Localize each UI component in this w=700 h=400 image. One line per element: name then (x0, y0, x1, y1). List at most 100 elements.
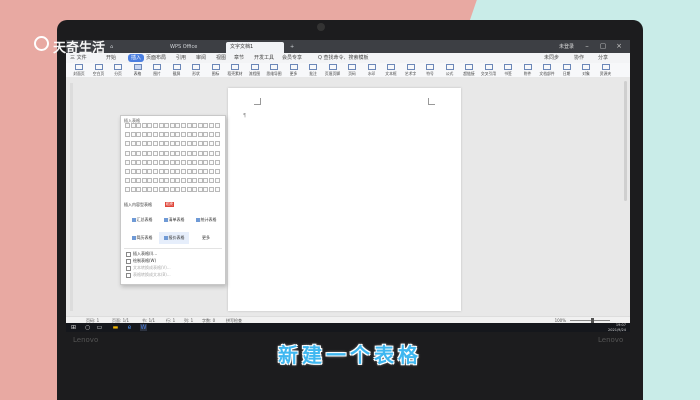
grid-cell[interactable] (209, 159, 214, 165)
ribbon-button[interactable]: 书签 (501, 64, 515, 76)
grid-cell[interactable] (192, 187, 198, 193)
grid-cell[interactable] (164, 132, 170, 138)
tab-wps-office[interactable]: WPS Office (166, 42, 224, 53)
grid-cell[interactable] (181, 178, 186, 184)
grid-cell[interactable] (209, 178, 214, 184)
grid-cell[interactable] (192, 141, 198, 147)
menu-item[interactable]: 章节 (234, 54, 244, 62)
grid-cell[interactable] (209, 123, 214, 128)
grid-cell[interactable] (130, 159, 136, 165)
grid-cell[interactable] (164, 187, 170, 193)
option-summary-table[interactable]: 汇总表格 (127, 214, 157, 226)
grid-cell[interactable] (125, 123, 130, 128)
grid-cell[interactable] (153, 169, 158, 174)
grid-cell[interactable] (158, 187, 164, 193)
grid-cell[interactable] (209, 187, 214, 193)
grid-cell[interactable] (214, 187, 220, 193)
grid-cell[interactable] (147, 123, 153, 128)
grid-cell[interactable] (169, 169, 175, 174)
grid-cell[interactable] (186, 187, 192, 193)
grid-cell[interactable] (141, 150, 147, 156)
grid-cell[interactable] (136, 123, 142, 128)
ribbon-button[interactable]: 文本框 (384, 64, 398, 76)
home-icon[interactable]: ⌂ (106, 42, 124, 53)
grid-cell[interactable] (192, 169, 198, 174)
grid-cell[interactable] (141, 178, 147, 184)
grid-cell[interactable] (164, 159, 170, 165)
grid-cell[interactable] (147, 169, 153, 174)
maximize-button[interactable]: ▢ (596, 41, 610, 52)
grid-cell[interactable] (209, 169, 214, 174)
grid-cell[interactable] (169, 159, 175, 165)
grid-cell[interactable] (214, 141, 220, 147)
grid-cell[interactable] (141, 187, 147, 193)
grid-cell[interactable] (175, 178, 181, 184)
grid-cell[interactable] (136, 132, 142, 138)
grid-cell[interactable] (214, 123, 220, 128)
document-page[interactable]: ¶ (228, 88, 461, 311)
grid-cell[interactable] (130, 150, 136, 156)
grid-cell[interactable] (153, 123, 158, 128)
ribbon-button[interactable]: 资源夹 (599, 64, 613, 76)
grid-cell[interactable] (147, 187, 153, 193)
grid-cell[interactable] (125, 187, 130, 193)
grid-cell[interactable] (130, 141, 136, 147)
grid-cell[interactable] (153, 132, 158, 138)
ribbon-button[interactable]: 形状 (189, 64, 203, 76)
option-stats-table[interactable]: 统计表格 (191, 214, 221, 226)
grid-cell[interactable] (192, 150, 198, 156)
ribbon-button[interactable]: 封面页 (72, 64, 86, 76)
grid-cell[interactable] (125, 178, 130, 184)
grid-cell[interactable] (214, 169, 220, 174)
grid-cell[interactable] (175, 169, 181, 174)
grid-cell[interactable] (158, 132, 164, 138)
grid-cell[interactable] (181, 187, 186, 193)
zoom-slider[interactable] (570, 320, 610, 321)
menu-item[interactable]: 视图 (216, 54, 226, 62)
minimize-button[interactable]: – (580, 41, 594, 52)
menu-item[interactable]: 开始 (106, 54, 116, 62)
ribbon-button[interactable]: 页码 (345, 64, 359, 76)
grid-cell[interactable] (153, 141, 158, 147)
grid-cell[interactable] (186, 169, 192, 174)
grid-cell[interactable] (186, 141, 192, 147)
ribbon-button[interactable]: 分页 (111, 64, 125, 76)
ribbon-button[interactable]: 对象 (579, 64, 593, 76)
grid-cell[interactable] (125, 169, 130, 174)
grid-cell[interactable] (175, 187, 181, 193)
ribbon-button[interactable]: 文档部件 (539, 64, 555, 76)
grid-cell[interactable] (181, 141, 186, 147)
grid-cell[interactable] (130, 169, 136, 174)
grid-cell[interactable] (181, 123, 186, 128)
ribbon-button[interactable]: 公式 (443, 64, 457, 76)
ribbon-button[interactable]: 稻壳素材 (227, 64, 243, 76)
grid-cell[interactable] (164, 123, 170, 128)
menu-item[interactable]: 会员专享 (282, 54, 302, 62)
ribbon-button[interactable]: 空白页 (92, 64, 106, 76)
grid-cell[interactable] (214, 150, 220, 156)
grid-cell[interactable] (169, 178, 175, 184)
grid-cell[interactable] (153, 187, 158, 193)
grid-cell[interactable] (175, 159, 181, 165)
grid-cell[interactable] (181, 132, 186, 138)
grid-cell[interactable] (158, 178, 164, 184)
grid-cell[interactable] (203, 150, 209, 156)
edge-icon[interactable]: e (126, 324, 133, 331)
grid-cell[interactable] (169, 150, 175, 156)
grid-cell[interactable] (186, 159, 192, 165)
grid-cell[interactable] (192, 159, 198, 165)
option-resume-table[interactable]: 简历表格 (127, 232, 157, 244)
grid-cell[interactable] (130, 178, 136, 184)
grid-cell[interactable] (192, 178, 198, 184)
grid-cell[interactable] (192, 123, 198, 128)
insert-table-item[interactable]: 插入表格(I)... (126, 251, 157, 257)
ribbon-button[interactable]: 批注 (306, 64, 320, 76)
option-list-table[interactable]: 清单表格 (159, 214, 189, 226)
grid-cell[interactable] (141, 169, 147, 174)
ribbon-button[interactable]: 页眉页脚 (325, 64, 340, 76)
grid-cell[interactable] (153, 159, 158, 165)
grid-cell[interactable] (136, 159, 142, 165)
grid-cell[interactable] (175, 150, 181, 156)
grid-cell[interactable] (214, 132, 220, 138)
grid-cell[interactable] (203, 159, 209, 165)
